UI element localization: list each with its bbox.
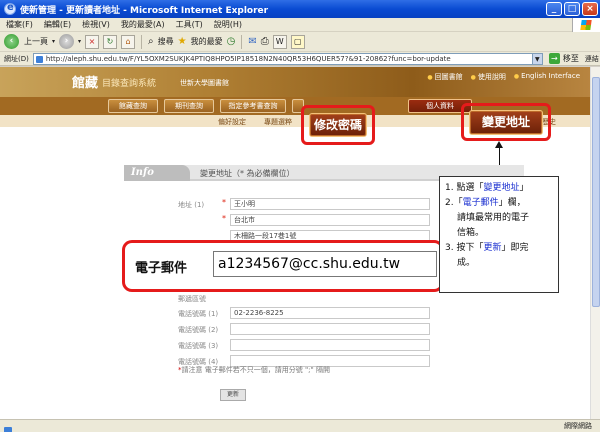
phone-1-label: 電話號碼 (1) — [178, 310, 219, 318]
favorites-button-label[interactable]: 我的最愛 — [191, 36, 223, 47]
menu-bar: 檔案(F) 編輯(E) 檢視(V) 我的最愛(A) 工具(T) 說明(H) — [0, 18, 600, 32]
history-icon[interactable]: ◷ — [227, 36, 236, 47]
scrollbar-thumb[interactable] — [592, 77, 600, 307]
instruction-link-email: 電子郵件 — [462, 198, 499, 208]
page-content: 館藏 目錄查詢系統 世新大學圖書館 回圖書館 使用說明 English Inte… — [0, 67, 600, 419]
tab-course-reserve-search[interactable]: 指定參考書查詢 — [220, 99, 286, 113]
address-line-1[interactable]: 王小明 — [230, 198, 430, 210]
menu-help[interactable]: 說明(H) — [214, 19, 242, 30]
address-bar: 網址(D) http://aleph.shu.edu.tw/F/YL5OXM2S… — [0, 52, 600, 66]
change-address-button[interactable]: 變更地址 — [469, 110, 543, 135]
forward-arrow-icon[interactable]: › — [59, 34, 75, 49]
instruction-box: 1. 點選「變更地址」 2.「電子郵件」欄， 請填最常用的電子 信箱。 3. 按… — [439, 176, 559, 293]
search-icon[interactable]: ⌕ — [148, 36, 154, 47]
minimize-button[interactable]: _ — [546, 2, 562, 16]
site-system-name: 目錄查詢系統 — [102, 79, 157, 89]
menu-favorites[interactable]: 我的最愛(A) — [121, 19, 165, 30]
header-link-help[interactable]: 使用說明 — [471, 72, 506, 82]
instruction-step-1: 1. 點選「變更地址」 — [445, 183, 529, 193]
change-address-highlight: 變更地址 — [461, 103, 551, 141]
instruction-step-2-line-2: 請填最常用的電子 — [457, 213, 530, 223]
email-field[interactable]: a1234567@cc.shu.edu.tw — [213, 251, 437, 277]
close-button[interactable]: × — [582, 2, 598, 16]
go-button[interactable]: → 移至 — [548, 53, 579, 64]
maximize-button[interactable]: □ — [564, 2, 580, 16]
change-password-highlight: 修改密碼 — [301, 105, 375, 145]
site-university: 世新大學圖書館 — [180, 79, 229, 87]
instruction-step-2-line-3: 信箱。 — [457, 228, 485, 238]
favorites-star-icon[interactable]: ★ — [178, 36, 187, 47]
forward-dropdown-icon[interactable]: ▾ — [78, 38, 81, 45]
required-mark: * — [222, 198, 226, 207]
update-button[interactable]: 更新 — [220, 389, 246, 401]
address-input[interactable]: http://aleph.shu.edu.tw/F/YL5OXM2SUKJK4P… — [32, 52, 533, 65]
phone-2-field[interactable] — [230, 323, 430, 335]
instruction-step-2: 2.「電子郵件」欄， — [445, 198, 526, 208]
go-arrow-icon: → — [548, 53, 560, 64]
refresh-icon[interactable]: ↻ — [103, 34, 118, 49]
print-icon[interactable]: ⎙ — [261, 36, 269, 47]
subnav-preferences[interactable]: 偏好設定 — [218, 117, 246, 127]
window-titlebar: 使新管理 - 更新讀者地址 - Microsoft Internet Explo… — [0, 0, 600, 18]
zip-label: 郵遞區號 — [178, 295, 206, 303]
menu-tools[interactable]: 工具(T) — [176, 19, 203, 30]
instruction-link-update: 更新 — [483, 243, 502, 253]
links-label[interactable]: 連結 — [585, 54, 599, 64]
address-dropdown-icon[interactable]: ▼ — [532, 52, 543, 65]
menu-view[interactable]: 檢視(V) — [82, 19, 110, 30]
header-link-english[interactable]: English Interface — [514, 72, 580, 82]
address-label: 地址 (1) — [178, 201, 205, 209]
edit-icon[interactable]: W — [272, 34, 287, 49]
go-label: 移至 — [562, 54, 579, 63]
header-link-library[interactable]: 回圖書館 — [427, 72, 463, 82]
status-zone: 網際網路 — [564, 422, 592, 430]
back-dropdown-icon[interactable]: ▾ — [52, 38, 55, 45]
discuss-icon[interactable]: ▢ — [290, 34, 305, 49]
phone-2-label: 電話號碼 (2) — [178, 326, 219, 334]
email-highlight: 電子郵件 a1234567@cc.shu.edu.tw — [122, 240, 444, 292]
stop-icon[interactable]: × — [85, 34, 100, 49]
mail-icon[interactable]: ✉ — [248, 36, 256, 47]
email-label: 電子郵件 — [135, 261, 188, 276]
instruction-step-3: 3. 按下「更新」即完 — [445, 243, 529, 253]
change-password-button[interactable]: 修改密碼 — [309, 113, 367, 137]
window-title: 使新管理 - 更新讀者地址 - Microsoft Internet Explo… — [20, 5, 269, 16]
required-mark: * — [222, 214, 226, 223]
back-arrow-icon[interactable]: ‹ — [4, 34, 19, 49]
email-note: *請注意 電子郵件若不只一個，請用分號 ";" 隔開 — [178, 365, 330, 375]
phone-3-field[interactable] — [230, 339, 430, 351]
info-badge: Info — [124, 165, 190, 181]
instruction-step-3-line-2: 成。 — [457, 258, 476, 268]
form-title: 變更地址（* 為必備欄位） — [200, 169, 295, 178]
tab-collection-search[interactable]: 館藏查詢 — [108, 99, 158, 113]
windows-logo-icon — [572, 18, 600, 32]
phone-1-field[interactable]: 02-2236-8225 — [230, 307, 430, 319]
note-text: 請注意 電子郵件若不只一個，請用分號 ";" 隔開 — [181, 366, 330, 374]
status-bar: 網際網路 — [0, 419, 600, 432]
ie-icon — [4, 2, 16, 15]
toolbar-divider — [141, 34, 143, 49]
back-button-label[interactable]: 上一頁 — [24, 36, 48, 47]
toolbar-divider — [241, 34, 243, 49]
site-logo[interactable]: 館藏 — [72, 72, 98, 91]
vertical-scrollbar[interactable] — [590, 67, 600, 419]
address-label: 網址(D) — [4, 54, 29, 63]
phone-3-label: 電話號碼 (3) — [178, 342, 219, 350]
home-icon[interactable]: ⌂ — [121, 34, 136, 49]
instruction-link-change-address: 變更地址 — [483, 183, 520, 193]
subnav-sdi[interactable]: 專題選粹 — [264, 117, 292, 127]
address-line-2[interactable]: 台北市 — [230, 214, 430, 226]
menu-edit[interactable]: 編輯(E) — [44, 19, 71, 30]
toolbar: ‹ 上一頁 ▾ › ▾ × ↻ ⌂ ⌕ 搜尋 ★ 我的最愛 ◷ ✉ ⎙ W ▢ — [0, 32, 600, 52]
tab-journal-search[interactable]: 期刊查詢 — [164, 99, 214, 113]
site-header: 館藏 目錄查詢系統 世新大學圖書館 回圖書館 使用說明 English Inte… — [0, 67, 590, 97]
menu-file[interactable]: 檔案(F) — [6, 19, 33, 30]
search-button-label[interactable]: 搜尋 — [158, 36, 174, 47]
